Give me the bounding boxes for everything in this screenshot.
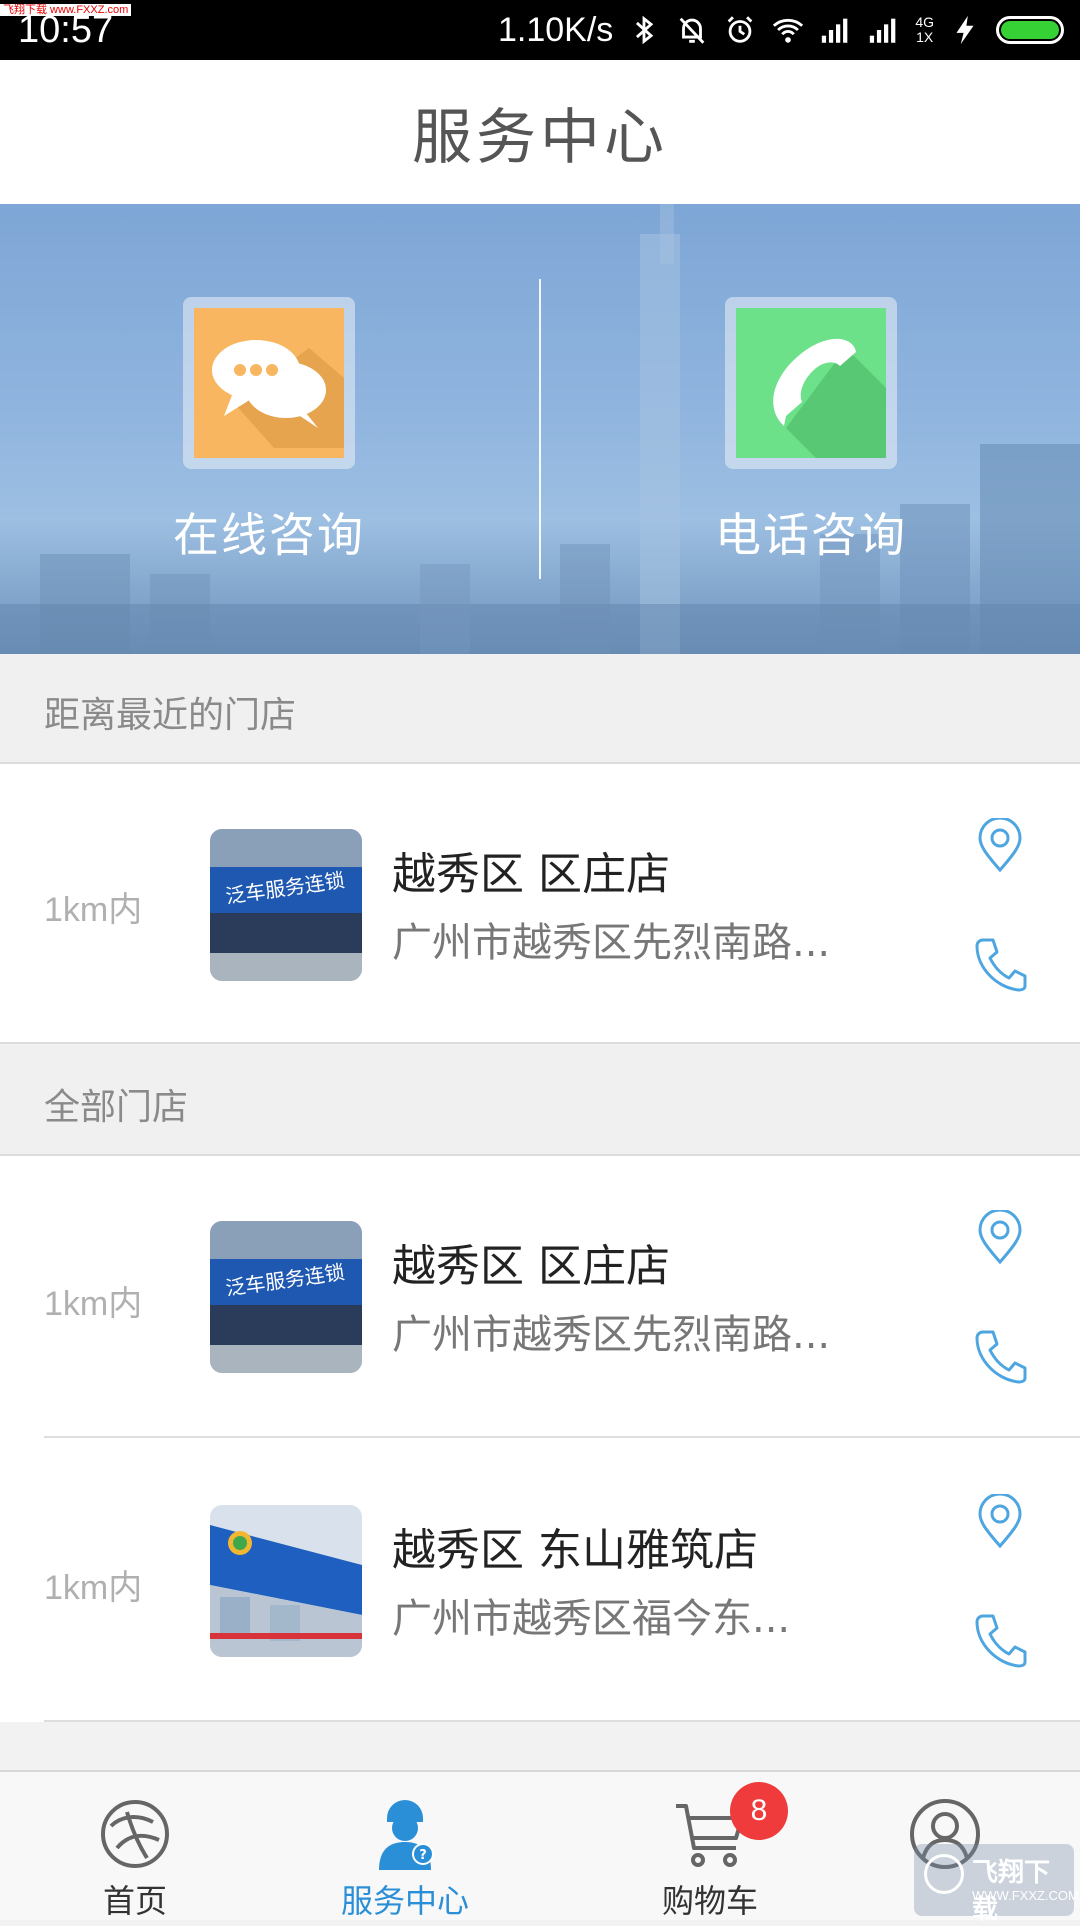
bottom-navigation: 首页 ? 服务中心 8 购物车 飞翔下载 WWW.FXXZ.COM xyxy=(0,1770,1080,1925)
bluetooth-icon xyxy=(636,15,654,45)
section-title-nearest: 距离最近的门店 xyxy=(44,695,297,736)
section-header-all: 全部门店 xyxy=(0,1046,1080,1156)
store-location-button[interactable] xyxy=(970,1492,1030,1552)
location-pin-icon xyxy=(978,1210,1022,1265)
status-time: 10:57 xyxy=(18,9,114,51)
store-location-button[interactable] xyxy=(970,816,1030,876)
phone-outline-icon xyxy=(975,938,1027,992)
online-consult-label: 在线咨询 xyxy=(173,508,365,562)
signal-icon xyxy=(822,18,848,43)
nav-cart[interactable]: 8 购物车 xyxy=(600,1772,820,1922)
store-name: 越秀区 区庄店 xyxy=(392,849,670,900)
page-header: 服务中心 xyxy=(0,60,1080,204)
signal-icon-secondary xyxy=(870,18,896,43)
nearest-store-row[interactable]: 1km内 泛车服务连锁 越秀区 区庄店 广州市越秀区先烈南路... xyxy=(0,764,1080,1044)
store-location-button[interactable] xyxy=(970,1208,1030,1268)
service-banner: 在线咨询 电话咨询 xyxy=(0,204,1080,654)
section-header-nearest: 距离最近的门店 xyxy=(0,654,1080,764)
store-name: 越秀区 东山雅筑店 xyxy=(392,1525,758,1576)
store-thumbnail xyxy=(210,1505,362,1657)
nav-home-label: 首页 xyxy=(102,1882,167,1920)
location-pin-icon xyxy=(978,1494,1022,1549)
store-call-button[interactable] xyxy=(970,1610,1030,1670)
store-name: 越秀区 区庄店 xyxy=(392,1241,670,1292)
store-address: 广州市越秀区福今东... xyxy=(392,1596,791,1642)
wifi-icon xyxy=(773,18,804,43)
phone-consult-button[interactable]: 电话咨询 xyxy=(661,297,961,565)
store-address: 广州市越秀区先烈南路... xyxy=(392,920,831,966)
charging-icon xyxy=(956,15,974,45)
status-icons: 1.10K/s 4G 1X xyxy=(498,0,1064,60)
silent-bell-icon xyxy=(679,17,705,44)
network-type-bottom: 1X xyxy=(916,29,934,45)
store-row[interactable]: 1km内 越秀区 东山雅筑店 广州市越秀区福今东... xyxy=(0,1438,1080,1722)
chat-bubbles-icon xyxy=(194,308,344,458)
nav-cart-label: 购物车 xyxy=(661,1882,758,1920)
phone-icon xyxy=(736,308,886,458)
network-type-top: 4G xyxy=(915,14,934,30)
phone-consult-label: 电话咨询 xyxy=(715,508,907,562)
home-logo-icon xyxy=(101,1800,169,1868)
store-thumbnail: 泛车服务连锁 xyxy=(210,1221,362,1373)
network-speed: 1.10K/s xyxy=(498,10,614,49)
battery-level xyxy=(1001,21,1059,39)
location-pin-icon xyxy=(978,818,1022,873)
network-type: 4G 1X xyxy=(915,15,934,45)
page-title: 服务中心 xyxy=(412,102,668,173)
phone-outline-icon xyxy=(975,1614,1027,1668)
site-watermark: 飞翔下载 WWW.FXXZ.COM xyxy=(914,1844,1079,1925)
section-title-all: 全部门店 xyxy=(44,1087,189,1128)
online-consult-button[interactable]: 在线咨询 xyxy=(119,297,419,565)
phone-consult-tile xyxy=(725,297,897,469)
alarm-icon xyxy=(727,16,753,43)
store-row[interactable]: 1km内 泛车服务连锁 越秀区 区庄店 广州市越秀区先烈南路... xyxy=(0,1156,1080,1438)
cart-count-badge: 8 xyxy=(730,1782,788,1840)
row-divider xyxy=(44,1720,1080,1722)
status-bar: 飞翔下载 www.FXXZ.com 10:57 1.10K/s 4G 1X xyxy=(0,0,1080,60)
store-distance: 1km内 xyxy=(44,1569,143,1607)
phone-outline-icon xyxy=(975,1330,1027,1384)
store-call-button[interactable] xyxy=(970,934,1030,994)
watermark-url: WWW.FXXZ.COM xyxy=(972,1888,1079,1903)
online-consult-tile xyxy=(183,297,355,469)
nav-home[interactable]: 首页 xyxy=(25,1772,245,1922)
store-call-button[interactable] xyxy=(970,1326,1030,1386)
cart-icon-wrapper: 8 xyxy=(672,1782,788,1872)
customer-service-icon: ? xyxy=(379,1800,434,1870)
store-address: 广州市越秀区先烈南路... xyxy=(392,1312,831,1358)
store-distance: 1km内 xyxy=(44,1285,143,1323)
store-distance: 1km内 xyxy=(44,891,143,929)
nav-service-center[interactable]: ? 服务中心 xyxy=(295,1772,515,1922)
nav-service-center-label: 服务中心 xyxy=(340,1882,469,1920)
watermark-logo-icon xyxy=(924,1854,964,1894)
store-thumbnail: 泛车服务连锁 xyxy=(210,829,362,981)
svg-text:?: ? xyxy=(419,1848,427,1863)
banner-divider xyxy=(539,279,541,579)
battery-icon xyxy=(996,16,1064,44)
